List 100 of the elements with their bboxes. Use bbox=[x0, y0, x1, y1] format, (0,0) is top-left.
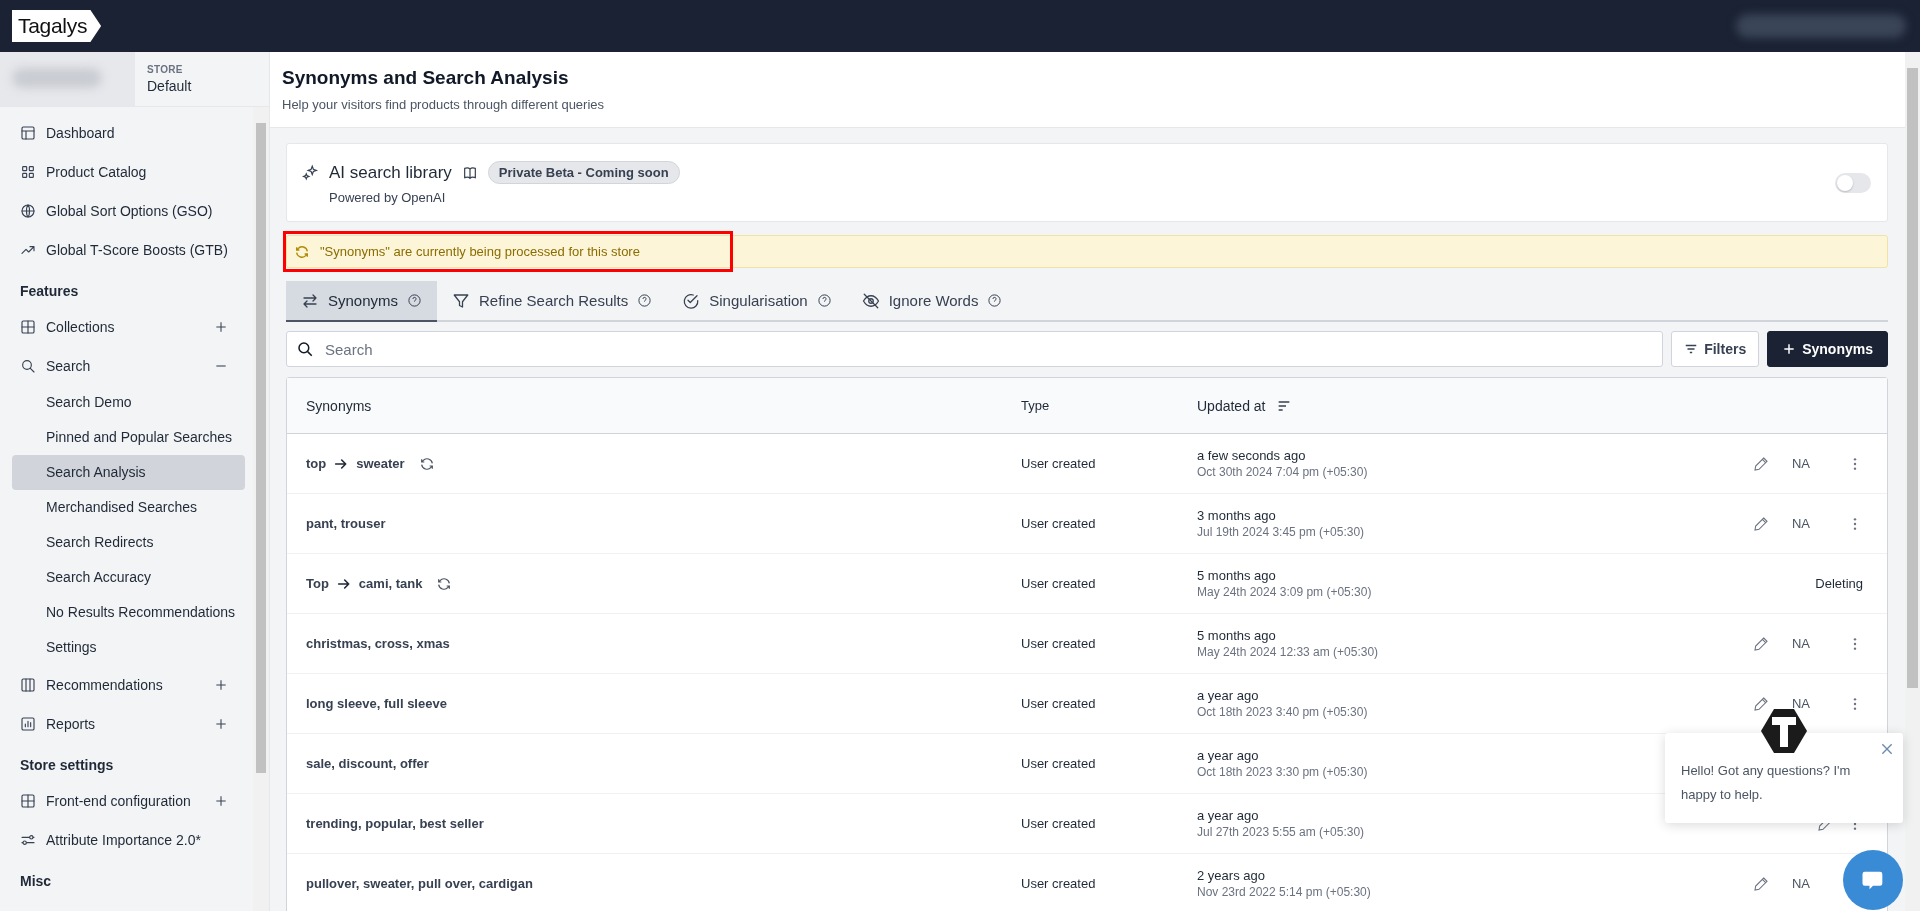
table-cell: User created bbox=[1021, 456, 1096, 471]
column-header[interactable]: Synonyms bbox=[306, 397, 372, 414]
grid-icon bbox=[20, 163, 36, 180]
updated-relative: a year ago bbox=[1197, 748, 1260, 763]
nav-item[interactable]: Global Sort Options (GSO) bbox=[12, 191, 245, 230]
beta-badge: Private Beta - Coming soon bbox=[487, 161, 680, 184]
help-icon[interactable] bbox=[987, 293, 1003, 308]
updated-date: Oct 18th 2023 3:30 pm (+05:30) bbox=[1197, 765, 1369, 779]
close-icon[interactable] bbox=[1879, 741, 1895, 757]
table-cell: User created bbox=[1021, 756, 1096, 771]
nav-item[interactable]: Dashboard bbox=[12, 113, 245, 152]
nav-item[interactable]: Product Catalog bbox=[12, 152, 245, 191]
filters-button[interactable]: Filters bbox=[1671, 331, 1760, 367]
status-text: NA bbox=[1790, 636, 1812, 651]
pencil-icon[interactable] bbox=[1753, 455, 1769, 472]
tab[interactable]: Singularisation bbox=[667, 281, 847, 322]
sidebar-scrollbar[interactable] bbox=[253, 107, 269, 911]
nav-item[interactable]: Search bbox=[12, 346, 245, 385]
table-cell: User created bbox=[1021, 696, 1096, 711]
table-cell: User created bbox=[1021, 876, 1096, 891]
nav-subitem[interactable]: Settings bbox=[12, 630, 245, 665]
filter-lines-icon bbox=[1684, 342, 1699, 356]
ai-library-title: AI search library bbox=[329, 162, 452, 183]
layout-icon bbox=[20, 124, 36, 141]
tagalys-logo[interactable]: Tagalys bbox=[12, 10, 102, 42]
nav-subitem[interactable]: Search Accuracy bbox=[12, 560, 245, 595]
pencil-icon[interactable] bbox=[1753, 635, 1769, 652]
nav-item[interactable]: Global T-Score Boosts (GTB) bbox=[12, 230, 245, 269]
search-field[interactable]: Search bbox=[286, 331, 1664, 367]
nav-item[interactable]: Attribute Importance 2.0* bbox=[12, 820, 245, 859]
synonym-terms: trending, popular, best seller bbox=[306, 816, 484, 831]
powered-by-text: Powered by OpenAI bbox=[329, 190, 447, 205]
updated-relative: 5 months ago bbox=[1197, 628, 1277, 643]
nav-section-heading: Store settings bbox=[19, 756, 115, 775]
funnel-icon bbox=[452, 291, 471, 310]
pencil-icon[interactable] bbox=[1753, 875, 1769, 892]
table-icon bbox=[20, 792, 36, 809]
globe-icon bbox=[20, 202, 36, 219]
status-text: NA bbox=[1790, 516, 1812, 531]
tab[interactable]: Ignore Words bbox=[846, 281, 1018, 322]
page-scrollbar[interactable] bbox=[1905, 52, 1920, 911]
synonym-term: sweater bbox=[356, 456, 405, 471]
add-synonyms-button[interactable]: Synonyms bbox=[1767, 331, 1888, 367]
synonym-term: top bbox=[306, 456, 327, 471]
eye-off-icon bbox=[861, 291, 880, 310]
help-icon[interactable] bbox=[816, 293, 832, 308]
help-icon[interactable] bbox=[407, 293, 423, 308]
help-icon[interactable] bbox=[637, 293, 653, 308]
plus-icon bbox=[1782, 342, 1797, 356]
synonym-term: Top bbox=[306, 576, 329, 591]
nav-subitem[interactable]: Search Redirects bbox=[12, 525, 245, 560]
updated-relative: 5 months ago bbox=[1197, 568, 1277, 583]
updated-date: Jul 27th 2023 5:55 am (+05:30) bbox=[1197, 825, 1366, 839]
nav-item[interactable]: Front-end configuration bbox=[12, 781, 245, 820]
updated-date: May 24th 2024 3:09 pm (+05:30) bbox=[1197, 585, 1373, 599]
nav-subitem[interactable]: Search Analysis bbox=[12, 455, 245, 490]
synonym-terms: pant, trouser bbox=[306, 516, 386, 531]
nav-subitem[interactable]: Search Demo bbox=[12, 385, 245, 420]
tab[interactable]: Synonyms bbox=[286, 281, 438, 322]
updated-date: Oct 30th 2024 7:04 pm (+05:30) bbox=[1197, 465, 1369, 479]
column-header[interactable]: Type bbox=[1021, 398, 1050, 413]
pencil-icon[interactable] bbox=[1753, 515, 1769, 532]
table-cell: User created bbox=[1021, 816, 1096, 831]
nav-item[interactable]: Collections bbox=[12, 307, 245, 346]
nav-item[interactable]: Reports bbox=[12, 704, 245, 743]
processing-message: "Synonyms" are currently being processed for this store bbox=[320, 244, 640, 259]
synonym-terms: christmas, cross, xmas bbox=[306, 636, 450, 651]
column-header[interactable]: Updated at bbox=[1197, 397, 1266, 414]
status-text: Deleting bbox=[1815, 576, 1863, 591]
updated-relative: a year ago bbox=[1197, 688, 1260, 703]
table-cell: User created bbox=[1021, 636, 1096, 651]
bar-chart-icon bbox=[20, 715, 36, 732]
book-icon[interactable] bbox=[461, 164, 478, 181]
status-text: NA bbox=[1790, 696, 1812, 711]
page-subtitle: Help your visitors find products through different queries bbox=[282, 97, 606, 112]
nav-section-heading: Misc bbox=[19, 872, 53, 891]
pencil-icon[interactable] bbox=[1753, 695, 1769, 712]
table-cell: User created bbox=[1021, 516, 1096, 531]
columns-icon bbox=[20, 676, 36, 693]
synonym-terms: pullover, sweater, pull over, cardigan bbox=[306, 876, 533, 891]
nav-subitem[interactable]: Merchandised Searches bbox=[12, 490, 245, 525]
store-name[interactable]: Default bbox=[147, 78, 192, 94]
sparkles-icon bbox=[301, 163, 319, 182]
updated-relative: 3 months ago bbox=[1197, 508, 1277, 523]
refresh-icon bbox=[294, 243, 310, 260]
updated-date: Nov 23rd 2022 5:14 pm (+05:30) bbox=[1197, 885, 1372, 899]
updated-date: Oct 18th 2023 3:40 pm (+05:30) bbox=[1197, 705, 1369, 719]
chat-message: Hello! Got any questions? I'm happy to help. bbox=[1681, 762, 1852, 804]
status-text: NA bbox=[1790, 876, 1812, 891]
status-text: NA bbox=[1790, 456, 1812, 471]
synonym-terms: long sleeve, full sleeve bbox=[306, 696, 447, 711]
updated-date: Jul 19th 2024 3:45 pm (+05:30) bbox=[1197, 525, 1366, 539]
search-icon bbox=[296, 340, 314, 358]
updated-relative: a few seconds ago bbox=[1197, 448, 1307, 463]
tab[interactable]: Refine Search Results bbox=[437, 281, 668, 322]
nav-item[interactable]: Recommendations bbox=[12, 665, 245, 704]
nav-subitem[interactable]: No Results Recommendations bbox=[12, 595, 245, 630]
toggle-switch[interactable] bbox=[1835, 173, 1871, 193]
nav-subitem[interactable]: Pinned and Popular Searches bbox=[12, 420, 245, 455]
check-circle-icon bbox=[682, 291, 701, 310]
